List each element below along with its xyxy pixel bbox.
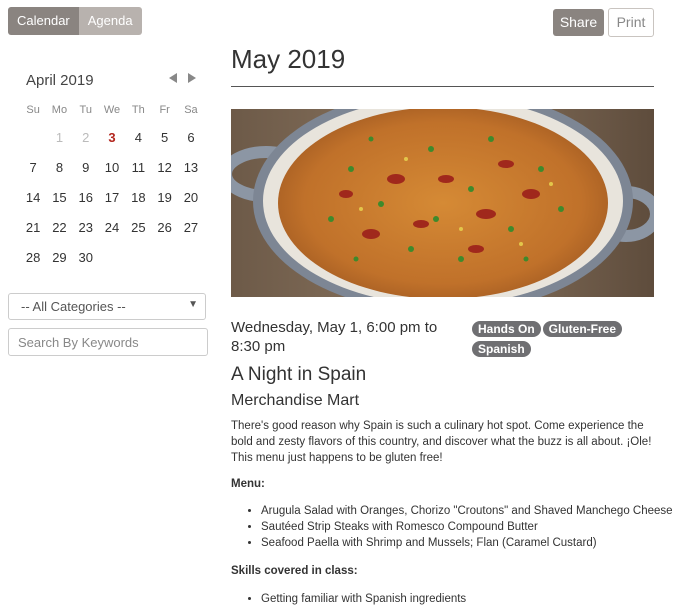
calendar-day[interactable]: 16 — [73, 190, 99, 205]
weekday-label: Tu — [79, 104, 92, 116]
calendar-day[interactable]: 18 — [125, 190, 151, 205]
chevron-down-icon: ▼ — [188, 299, 198, 310]
week-row: 21 22 23 24 25 26 27 — [20, 212, 220, 242]
keyword-search-input[interactable] — [8, 328, 208, 356]
triangle-left-icon[interactable] — [169, 73, 178, 86]
event-description: There's good reason why Spain is such a … — [231, 420, 652, 464]
tag-gluten-free[interactable]: Gluten-Free — [542, 321, 623, 337]
category-select[interactable]: -- All Categories -- ▼ — [8, 293, 206, 320]
calendar-day[interactable]: 9 — [73, 160, 99, 175]
calendar-day[interactable]: 28 — [20, 250, 46, 265]
weekday-header-row: Su Mo Tu We Th Fr Sa — [20, 98, 220, 122]
skills-list: Getting familiar with Spanish ingredient… — [231, 591, 466, 607]
calendar-day[interactable]: 10 — [99, 160, 125, 175]
tag-hands-on[interactable]: Hands On — [472, 321, 541, 337]
week-row: 14 15 16 17 18 19 20 — [20, 182, 220, 212]
menu-list: Arugula Salad with Oranges, Chorizo "Cro… — [231, 503, 673, 551]
event-title: A Night in Spain — [231, 364, 367, 385]
skills-label: Skills covered in class: — [231, 565, 358, 577]
event-image — [231, 109, 654, 297]
calendar-day[interactable]: 17 — [99, 190, 125, 205]
week-row: 28 29 30 — [20, 242, 220, 272]
calendar-day[interactable]: 4 — [125, 130, 151, 145]
calendar-day[interactable]: 7 — [20, 160, 46, 175]
calendar-day[interactable]: 23 — [73, 220, 99, 235]
mini-calendar-month: April 2019 — [26, 72, 94, 89]
weekday-label: Fr — [159, 104, 170, 116]
weekday-label: Mo — [51, 104, 68, 116]
calendar-day[interactable]: 5 — [151, 130, 177, 145]
calendar-day[interactable]: 14 — [20, 190, 46, 205]
calendar-view-button[interactable]: Calendar — [8, 7, 79, 35]
weekday-label: We — [103, 104, 121, 116]
calendar-day[interactable]: 20 — [178, 190, 204, 205]
menu-label: Menu: — [231, 478, 265, 490]
calendar-day[interactable]: 13 — [178, 160, 204, 175]
calendar-day[interactable]: 6 — [178, 130, 204, 145]
view-toggle: Calendar Agenda — [8, 7, 142, 35]
triangle-right-icon[interactable] — [187, 73, 196, 86]
event-venue: Merchandise Mart — [231, 392, 360, 409]
calendar-day[interactable]: 1 — [46, 130, 72, 145]
calendar-day[interactable]: 26 — [151, 220, 177, 235]
list-item: Sautéed Strip Steaks with Romesco Compou… — [261, 519, 673, 535]
calendar-day[interactable]: 22 — [46, 220, 72, 235]
list-item: Seafood Paella with Shrimp and Mussels; … — [261, 535, 673, 551]
weekday-label: Th — [131, 104, 145, 116]
week-row: 1 2 3 4 5 6 — [20, 122, 220, 152]
calendar-day[interactable]: 11 — [125, 160, 151, 175]
calendar-day[interactable]: 27 — [178, 220, 204, 235]
calendar-day[interactable]: 21 — [20, 220, 46, 235]
share-button[interactable]: Share — [553, 9, 604, 36]
list-item: Getting familiar with Spanish ingredient… — [261, 591, 466, 607]
calendar-day[interactable]: 15 — [46, 190, 72, 205]
agenda-view-button[interactable]: Agenda — [78, 7, 142, 35]
calendar-day[interactable]: 19 — [151, 190, 177, 205]
calendar-day[interactable]: 12 — [151, 160, 177, 175]
list-item: Arugula Salad with Oranges, Chorizo "Cro… — [261, 503, 673, 519]
weekday-label: Su — [26, 104, 40, 116]
tag-spanish[interactable]: Spanish — [472, 341, 531, 357]
title-divider — [231, 86, 654, 87]
calendar-day[interactable]: 24 — [99, 220, 125, 235]
category-select-value: -- All Categories -- — [21, 299, 126, 314]
weekday-label: Sa — [184, 104, 198, 116]
week-row: 7 8 9 10 11 12 13 — [20, 152, 220, 182]
calendar-day[interactable]: 30 — [73, 250, 99, 265]
calendar-day[interactable]: 29 — [46, 250, 72, 265]
page-title: May 2019 — [231, 44, 346, 74]
calendar-day[interactable]: 25 — [125, 220, 151, 235]
event-tags: Hands On Gluten-Free Spanish — [472, 320, 652, 360]
calendar-day[interactable]: 2 — [73, 130, 99, 145]
print-button[interactable]: Print — [608, 8, 654, 37]
event-datetime: Wednesday, May 1, 6:00 pm to 8:30 pm — [231, 319, 438, 355]
calendar-day[interactable]: 8 — [46, 160, 72, 175]
mini-calendar-grid: Su Mo Tu We Th Fr Sa 1 2 3 4 5 6 7 8 9 1… — [20, 98, 220, 272]
calendar-day-today[interactable]: 3 — [99, 130, 125, 145]
